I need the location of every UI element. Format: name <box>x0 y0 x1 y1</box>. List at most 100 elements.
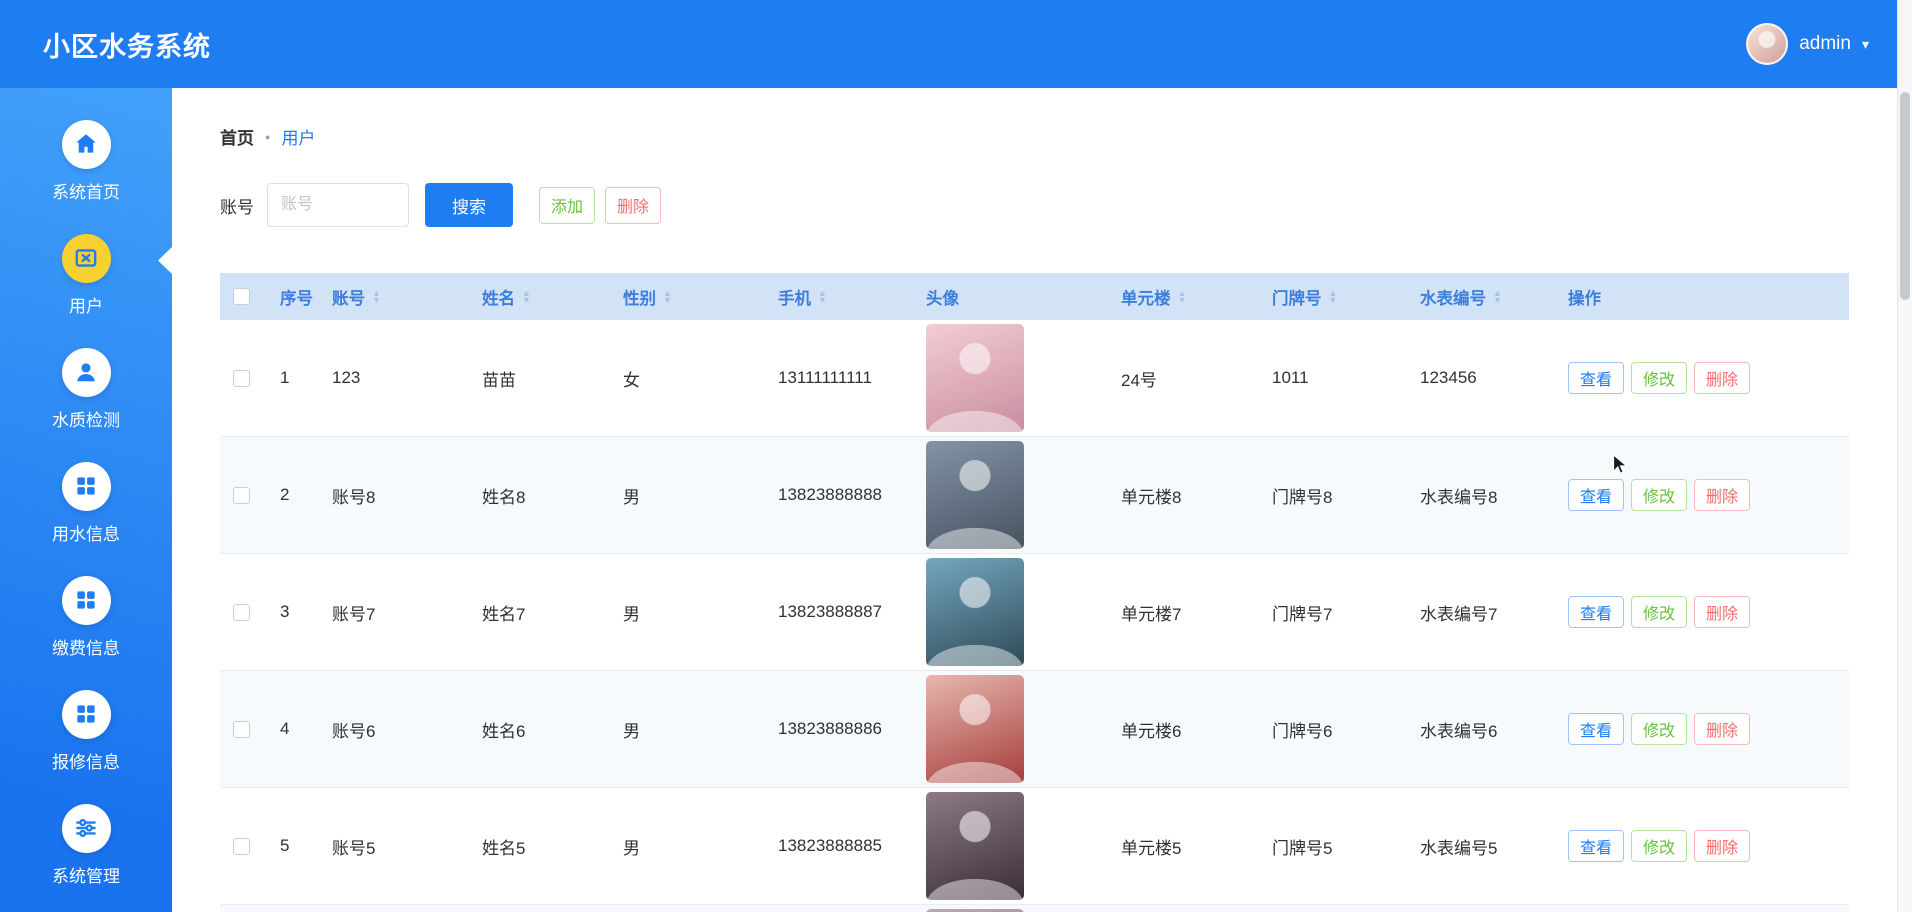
caret-down-icon: ▾ <box>1862 36 1869 53</box>
view-button[interactable]: 查看 <box>1568 362 1624 394</box>
grid-icon <box>62 462 111 511</box>
cell-door: 门牌号8 <box>1259 483 1407 508</box>
column-header: 操作 <box>1568 285 1601 309</box>
sidebar-item-water-quality[interactable]: 水质检测 <box>0 332 172 446</box>
home-icon <box>62 120 111 169</box>
cell-index: 2 <box>267 485 319 505</box>
cell-name: 姓名6 <box>469 717 610 742</box>
cell-unit: 单元楼5 <box>1108 834 1259 859</box>
edit-button[interactable]: 修改 <box>1631 830 1687 862</box>
cell-name: 苗苗 <box>469 366 610 391</box>
cell-phone: 13823888887 <box>765 602 913 622</box>
avatar-photo <box>926 675 1024 783</box>
cell-gender: 男 <box>610 717 765 742</box>
user-name: admin <box>1799 33 1851 55</box>
cell-index: 1 <box>267 368 319 388</box>
sidebar-item-label: 水质检测 <box>52 406 120 431</box>
main-content: 首页 ● 用户 账号 搜索 添加 删除 序号 账号▲▼ 姓名▲▼ 性别▲▼ 手机… <box>172 88 1897 912</box>
view-button[interactable]: 查看 <box>1568 596 1624 628</box>
view-button[interactable]: 查看 <box>1568 830 1624 862</box>
delete-button[interactable]: 删除 <box>1694 362 1750 394</box>
table-row: 5 账号5 姓名5 男 13823888885 单元楼5 门牌号5 水表编号5 … <box>220 788 1849 905</box>
add-button[interactable]: 添加 <box>539 187 595 224</box>
sort-icon[interactable]: ▲▼ <box>1329 290 1338 304</box>
scrollbar-thumb[interactable] <box>1900 92 1910 300</box>
cell-index: 4 <box>267 719 319 739</box>
sidebar-item-label: 系统首页 <box>52 178 120 203</box>
cell-account: 账号5 <box>319 834 469 859</box>
delete-button[interactable]: 删除 <box>1694 713 1750 745</box>
user-card-icon <box>62 234 111 283</box>
cell-unit: 单元楼8 <box>1108 483 1259 508</box>
sidebar-item-label: 报修信息 <box>52 748 120 773</box>
table-header-row: 序号 账号▲▼ 姓名▲▼ 性别▲▼ 手机▲▼ 头像 单元楼▲▼ 门牌号▲▼ 水表… <box>220 273 1849 320</box>
cell-index: 5 <box>267 836 319 856</box>
column-header: 序号 <box>280 285 313 309</box>
bulk-delete-button[interactable]: 删除 <box>605 187 661 224</box>
edit-button[interactable]: 修改 <box>1631 362 1687 394</box>
cell-door: 门牌号6 <box>1259 717 1407 742</box>
column-header: 性别 <box>623 285 656 309</box>
sort-icon[interactable]: ▲▼ <box>818 290 827 304</box>
row-checkbox[interactable] <box>233 487 250 504</box>
select-all-checkbox[interactable] <box>233 288 250 305</box>
cell-meter: 水表编号7 <box>1407 600 1555 625</box>
sort-icon[interactable]: ▲▼ <box>1493 290 1502 304</box>
sort-icon[interactable]: ▲▼ <box>1178 290 1187 304</box>
cell-meter: 水表编号5 <box>1407 834 1555 859</box>
row-checkbox[interactable] <box>233 604 250 621</box>
grid-icon <box>62 576 111 625</box>
column-header: 单元楼 <box>1121 285 1171 309</box>
cell-door: 1011 <box>1259 368 1407 388</box>
avatar-photo <box>926 441 1024 549</box>
sidebar-item-payment[interactable]: 缴费信息 <box>0 560 172 674</box>
table-row: 查看 修改 删除 <box>220 905 1849 912</box>
sort-icon[interactable]: ▲▼ <box>372 290 381 304</box>
table-row: 2 账号8 姓名8 男 13823888888 单元楼8 门牌号8 水表编号8 … <box>220 437 1849 554</box>
sidebar-item-label: 用水信息 <box>52 520 120 545</box>
sidebar-item-system-admin[interactable]: 系统管理 <box>0 788 172 902</box>
avatar-photo <box>926 792 1024 900</box>
cell-index: 3 <box>267 602 319 622</box>
row-checkbox[interactable] <box>233 838 250 855</box>
cell-account: 账号8 <box>319 483 469 508</box>
table-row: 3 账号7 姓名7 男 13823888887 单元楼7 门牌号7 水表编号7 … <box>220 554 1849 671</box>
row-checkbox[interactable] <box>233 370 250 387</box>
sidebar-item-repair[interactable]: 报修信息 <box>0 674 172 788</box>
breadcrumb-home[interactable]: 首页 <box>220 124 254 149</box>
row-checkbox[interactable] <box>233 721 250 738</box>
edit-button[interactable]: 修改 <box>1631 479 1687 511</box>
search-button[interactable]: 搜索 <box>425 183 513 227</box>
sliders-icon <box>62 804 111 853</box>
active-item-arrow <box>158 247 172 274</box>
table-row: 4 账号6 姓名6 男 13823888886 单元楼6 门牌号6 水表编号6 … <box>220 671 1849 788</box>
table-row: 1 123 苗苗 女 13111111111 24号 1011 123456 查… <box>220 320 1849 437</box>
cell-phone: 13823888885 <box>765 836 913 856</box>
sort-icon[interactable]: ▲▼ <box>522 290 531 304</box>
breadcrumb-current: 用户 <box>281 124 315 149</box>
sidebar-item-home[interactable]: 系统首页 <box>0 104 172 218</box>
sidebar-item-water-usage[interactable]: 用水信息 <box>0 446 172 560</box>
search-bar: 账号 搜索 添加 删除 <box>220 183 1849 227</box>
edit-button[interactable]: 修改 <box>1631 713 1687 745</box>
sort-icon[interactable]: ▲▼ <box>663 290 672 304</box>
sidebar-item-label: 缴费信息 <box>52 634 120 659</box>
cell-phone: 13823888886 <box>765 719 913 739</box>
avatar-photo <box>926 324 1024 432</box>
user-menu[interactable]: admin ▾ <box>1746 23 1869 65</box>
delete-button[interactable]: 删除 <box>1694 596 1750 628</box>
cell-gender: 男 <box>610 483 765 508</box>
account-search-input[interactable] <box>267 183 409 227</box>
edit-button[interactable]: 修改 <box>1631 596 1687 628</box>
view-button[interactable]: 查看 <box>1568 713 1624 745</box>
cell-unit: 单元楼7 <box>1108 600 1259 625</box>
delete-button[interactable]: 删除 <box>1694 830 1750 862</box>
sidebar-item-label: 系统管理 <box>52 862 120 887</box>
table-body: 1 123 苗苗 女 13111111111 24号 1011 123456 查… <box>220 320 1849 912</box>
cell-unit: 单元楼6 <box>1108 717 1259 742</box>
view-button[interactable]: 查看 <box>1568 479 1624 511</box>
delete-button[interactable]: 删除 <box>1694 479 1750 511</box>
sidebar-item-users[interactable]: 用户 <box>0 218 172 332</box>
vertical-scrollbar[interactable] <box>1897 0 1912 912</box>
cell-account: 123 <box>319 368 469 388</box>
